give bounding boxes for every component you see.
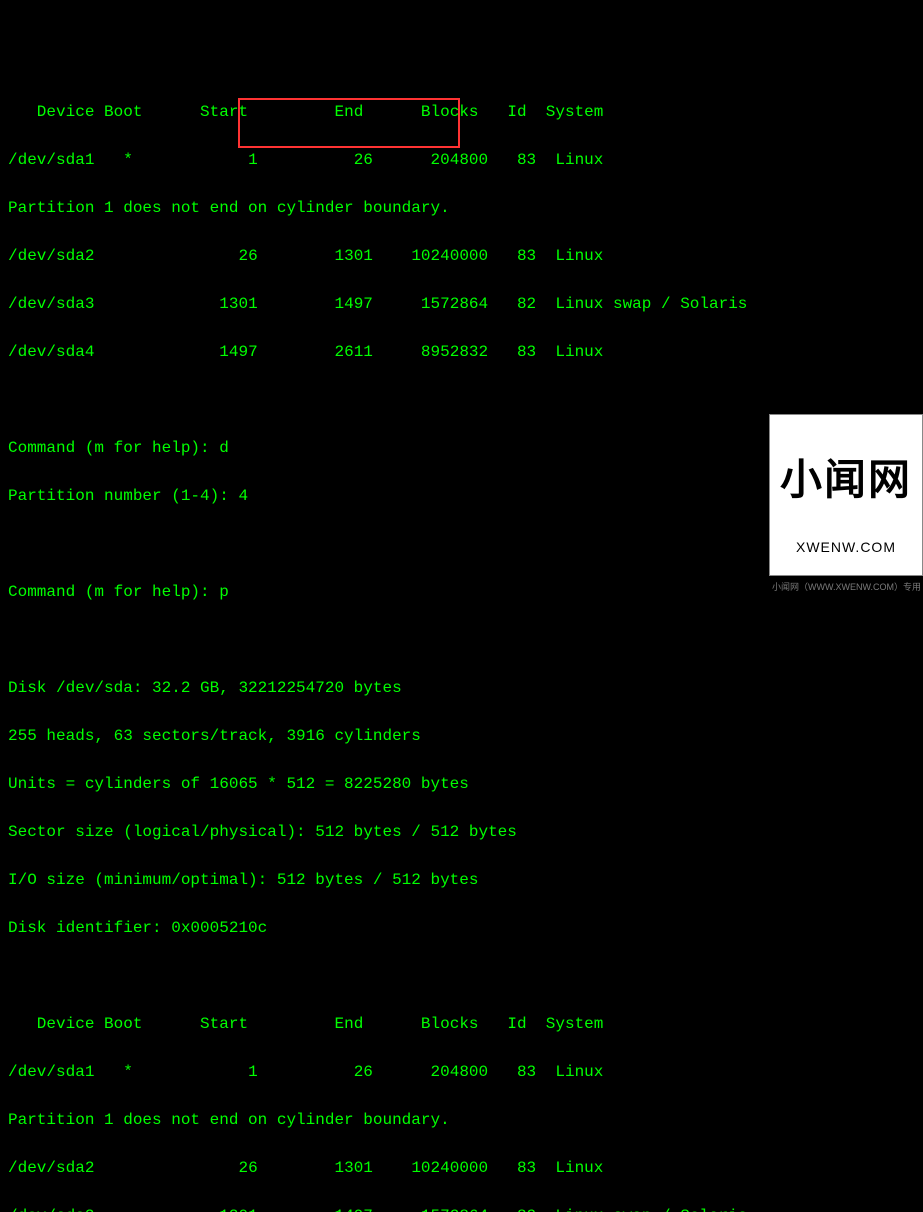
table-header: Device Boot Start End Blocks Id System (8, 100, 915, 124)
blank-line (8, 628, 915, 652)
table-row: /dev/sda3 1301 1497 1572864 82 Linux swa… (8, 292, 915, 316)
table-row: /dev/sda1 * 1 26 204800 83 Linux (8, 148, 915, 172)
disk-info-line: Disk /dev/sda: 32.2 GB, 32212254720 byte… (8, 676, 915, 700)
disk-info-line: 255 heads, 63 sectors/track, 3916 cylind… (8, 724, 915, 748)
disk-info-line: I/O size (minimum/optimal): 512 bytes / … (8, 868, 915, 892)
disk-info-line: Disk identifier: 0x0005210c (8, 916, 915, 940)
table-header: Device Boot Start End Blocks Id System (8, 1012, 915, 1036)
watermark: 小闻网 XWENW.COM (769, 414, 923, 576)
watermark-footer: 小闻网（WWW.XWENW.COM）专用 (772, 581, 921, 595)
disk-info-line: Sector size (logical/physical): 512 byte… (8, 820, 915, 844)
boundary-note: Partition 1 does not end on cylinder bou… (8, 196, 915, 220)
disk-info-line: Units = cylinders of 16065 * 512 = 82252… (8, 772, 915, 796)
table-row: /dev/sda1 * 1 26 204800 83 Linux (8, 1060, 915, 1084)
watermark-title: 小闻网 (780, 457, 912, 503)
blank-line (8, 964, 915, 988)
table-row: /dev/sda3 1301 1497 1572864 82 Linux swa… (8, 1204, 915, 1212)
table-row: /dev/sda4 1497 2611 8952832 83 Linux (8, 340, 915, 364)
blank-line (8, 388, 915, 412)
boundary-note: Partition 1 does not end on cylinder bou… (8, 1108, 915, 1132)
watermark-url: XWENW.COM (780, 540, 912, 555)
table-row: /dev/sda2 26 1301 10240000 83 Linux (8, 1156, 915, 1180)
table-row: /dev/sda2 26 1301 10240000 83 Linux (8, 244, 915, 268)
